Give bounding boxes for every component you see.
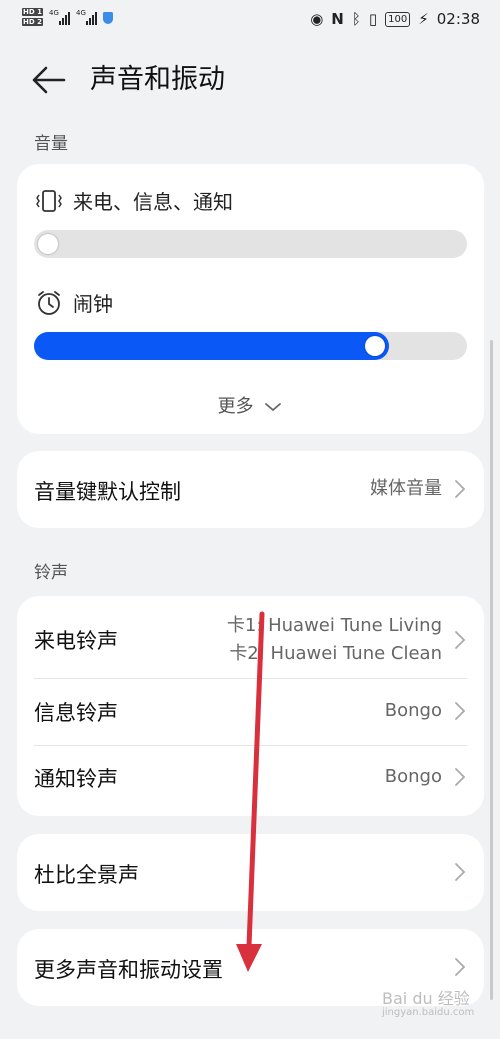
watermark-line2: jingyan.baidu.com — [382, 1007, 475, 1018]
annotation-arrow — [236, 611, 265, 972]
watermark-line1: Bai du 经验 — [382, 989, 470, 1008]
baidu-watermark: Bai du 经验 jingyan.baidu.com — [382, 985, 474, 1018]
